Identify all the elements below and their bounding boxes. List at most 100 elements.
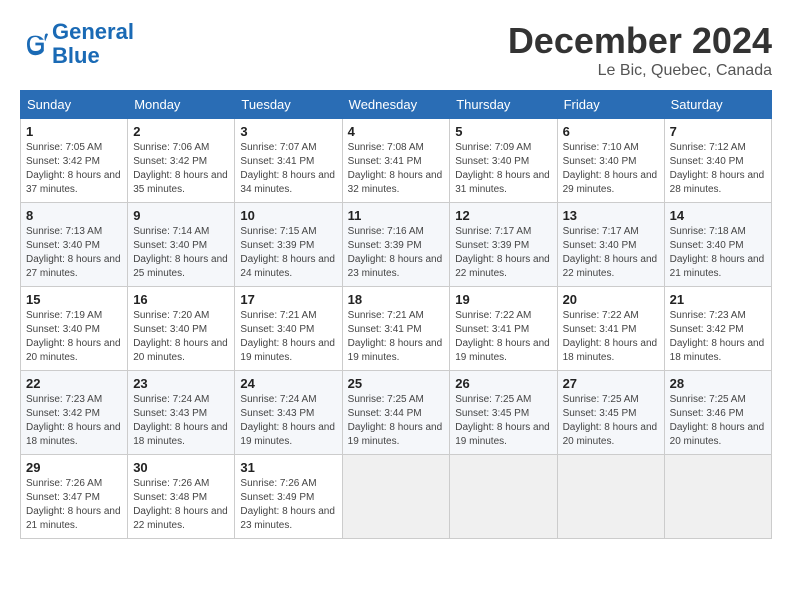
day-info: Sunrise: 7:26 AM Sunset: 3:49 PM Dayligh… <box>240 477 336 533</box>
day-number: 2 <box>133 124 229 139</box>
day-info: Sunrise: 7:25 AM Sunset: 3:44 PM Dayligh… <box>348 393 445 449</box>
day-info: Sunrise: 7:13 AM Sunset: 3:40 PM Dayligh… <box>26 225 122 281</box>
day-number: 27 <box>563 376 659 391</box>
calendar-cell <box>450 455 557 539</box>
calendar-cell: 22Sunrise: 7:23 AM Sunset: 3:42 PM Dayli… <box>21 371 128 455</box>
calendar-week-row: 15 Sunrise: 7:19 AM Sunset: 3:40 PM Dayli… <box>21 287 772 371</box>
day-number: 3 <box>240 124 336 139</box>
title-area: December 2024 Le Bic, Quebec, Canada <box>508 20 772 80</box>
day-info: Sunrise: 7:22 AM Sunset: 3:41 PM Dayligh… <box>455 309 551 365</box>
day-info: Sunrise: 7:09 AM Sunset: 3:40 PM Dayligh… <box>455 141 551 197</box>
calendar-cell: 19 Sunrise: 7:22 AM Sunset: 3:41 PM Dayli… <box>450 287 557 371</box>
calendar-cell: 31 Sunrise: 7:26 AM Sunset: 3:49 PM Dayli… <box>235 455 342 539</box>
day-number: 19 <box>455 292 551 307</box>
calendar-cell: 15 Sunrise: 7:19 AM Sunset: 3:40 PM Dayli… <box>21 287 128 371</box>
day-info: Sunrise: 7:25 AM Sunset: 3:46 PM Dayligh… <box>670 393 766 449</box>
day-info: Sunrise: 7:05 AM Sunset: 3:42 PM Dayligh… <box>26 141 122 197</box>
day-number: 26 <box>455 376 551 391</box>
day-number: 6 <box>563 124 659 139</box>
day-number: 1 <box>26 124 122 139</box>
calendar-cell: 17 Sunrise: 7:21 AM Sunset: 3:40 PM Dayli… <box>235 287 342 371</box>
calendar-cell: 8 Sunrise: 7:13 AM Sunset: 3:40 PM Daylig… <box>21 203 128 287</box>
day-info: Sunrise: 7:24 AM Sunset: 3:43 PM Dayligh… <box>240 393 336 449</box>
day-info: Sunrise: 7:26 AM Sunset: 3:48 PM Dayligh… <box>133 477 229 533</box>
day-number: 14 <box>670 208 766 223</box>
day-number: 4 <box>348 124 445 139</box>
day-number: 15 <box>26 292 122 307</box>
day-info: Sunrise: 7:07 AM Sunset: 3:41 PM Dayligh… <box>240 141 336 197</box>
day-number: 21 <box>670 292 766 307</box>
day-number: 10 <box>240 208 336 223</box>
day-number: 16 <box>133 292 229 307</box>
column-header-wednesday: Wednesday <box>342 91 450 119</box>
calendar-cell <box>557 455 664 539</box>
calendar-cell: 25 Sunrise: 7:25 AM Sunset: 3:44 PM Dayli… <box>342 371 450 455</box>
calendar-cell <box>342 455 450 539</box>
calendar-cell: 20Sunrise: 7:22 AM Sunset: 3:41 PM Dayli… <box>557 287 664 371</box>
day-info: Sunrise: 7:21 AM Sunset: 3:40 PM Dayligh… <box>240 309 336 365</box>
calendar-subtitle: Le Bic, Quebec, Canada <box>508 62 772 80</box>
day-info: Sunrise: 7:18 AM Sunset: 3:40 PM Dayligh… <box>670 225 766 281</box>
day-number: 9 <box>133 208 229 223</box>
day-number: 31 <box>240 460 336 475</box>
day-info: Sunrise: 7:23 AM Sunset: 3:42 PM Dayligh… <box>670 309 766 365</box>
calendar-cell: 2 Sunrise: 7:06 AM Sunset: 3:42 PM Daylig… <box>128 119 235 203</box>
calendar-cell: 7Sunrise: 7:12 AM Sunset: 3:40 PM Daylig… <box>664 119 771 203</box>
calendar-cell: 6 Sunrise: 7:10 AM Sunset: 3:40 PM Daylig… <box>557 119 664 203</box>
calendar-title: December 2024 <box>508 20 772 62</box>
day-number: 17 <box>240 292 336 307</box>
calendar-cell: 13 Sunrise: 7:17 AM Sunset: 3:40 PM Dayli… <box>557 203 664 287</box>
calendar-cell: 29 Sunrise: 7:26 AM Sunset: 3:47 PM Dayli… <box>21 455 128 539</box>
calendar-cell: 11Sunrise: 7:16 AM Sunset: 3:39 PM Dayli… <box>342 203 450 287</box>
day-info: Sunrise: 7:12 AM Sunset: 3:40 PM Dayligh… <box>670 141 766 197</box>
day-info: Sunrise: 7:21 AM Sunset: 3:41 PM Dayligh… <box>348 309 445 365</box>
day-number: 24 <box>240 376 336 391</box>
day-info: Sunrise: 7:08 AM Sunset: 3:41 PM Dayligh… <box>348 141 445 197</box>
day-info: Sunrise: 7:06 AM Sunset: 3:42 PM Dayligh… <box>133 141 229 197</box>
calendar-cell: 4 Sunrise: 7:08 AM Sunset: 3:41 PM Daylig… <box>342 119 450 203</box>
day-info: Sunrise: 7:14 AM Sunset: 3:40 PM Dayligh… <box>133 225 229 281</box>
day-number: 18 <box>348 292 445 307</box>
day-info: Sunrise: 7:25 AM Sunset: 3:45 PM Dayligh… <box>563 393 659 449</box>
calendar-cell: 5 Sunrise: 7:09 AM Sunset: 3:40 PM Daylig… <box>450 119 557 203</box>
calendar-cell: 24 Sunrise: 7:24 AM Sunset: 3:43 PM Dayli… <box>235 371 342 455</box>
calendar-cell: 28Sunrise: 7:25 AM Sunset: 3:46 PM Dayli… <box>664 371 771 455</box>
day-number: 8 <box>26 208 122 223</box>
calendar-cell: 27 Sunrise: 7:25 AM Sunset: 3:45 PM Dayli… <box>557 371 664 455</box>
calendar-cell: 23Sunrise: 7:24 AM Sunset: 3:43 PM Dayli… <box>128 371 235 455</box>
calendar-cell: 21 Sunrise: 7:23 AM Sunset: 3:42 PM Dayli… <box>664 287 771 371</box>
day-number: 29 <box>26 460 122 475</box>
day-info: Sunrise: 7:15 AM Sunset: 3:39 PM Dayligh… <box>240 225 336 281</box>
day-number: 30 <box>133 460 229 475</box>
day-info: Sunrise: 7:17 AM Sunset: 3:40 PM Dayligh… <box>563 225 659 281</box>
column-header-tuesday: Tuesday <box>235 91 342 119</box>
calendar-cell: 3 Sunrise: 7:07 AM Sunset: 3:41 PM Daylig… <box>235 119 342 203</box>
page-header: General Blue December 2024 Le Bic, Quebe… <box>20 20 772 80</box>
day-info: Sunrise: 7:24 AM Sunset: 3:43 PM Dayligh… <box>133 393 229 449</box>
calendar-header-row: SundayMondayTuesdayWednesdayThursdayFrid… <box>21 91 772 119</box>
calendar-cell: 14 Sunrise: 7:18 AM Sunset: 3:40 PM Dayli… <box>664 203 771 287</box>
day-info: Sunrise: 7:10 AM Sunset: 3:40 PM Dayligh… <box>563 141 659 197</box>
calendar-week-row: 22Sunrise: 7:23 AM Sunset: 3:42 PM Dayli… <box>21 371 772 455</box>
calendar-cell: 30 Sunrise: 7:26 AM Sunset: 3:48 PM Dayli… <box>128 455 235 539</box>
calendar-body: 1 Sunrise: 7:05 AM Sunset: 3:42 PM Daylig… <box>21 119 772 539</box>
day-info: Sunrise: 7:19 AM Sunset: 3:40 PM Dayligh… <box>26 309 122 365</box>
day-number: 13 <box>563 208 659 223</box>
logo-text: General Blue <box>52 20 134 68</box>
column-header-saturday: Saturday <box>664 91 771 119</box>
day-info: Sunrise: 7:26 AM Sunset: 3:47 PM Dayligh… <box>26 477 122 533</box>
day-number: 22 <box>26 376 122 391</box>
calendar-cell: 26Sunrise: 7:25 AM Sunset: 3:45 PM Dayli… <box>450 371 557 455</box>
calendar-week-row: 1 Sunrise: 7:05 AM Sunset: 3:42 PM Daylig… <box>21 119 772 203</box>
column-header-thursday: Thursday <box>450 91 557 119</box>
logo-icon <box>20 30 48 58</box>
column-header-monday: Monday <box>128 91 235 119</box>
calendar-cell: 9 Sunrise: 7:14 AM Sunset: 3:40 PM Daylig… <box>128 203 235 287</box>
day-info: Sunrise: 7:22 AM Sunset: 3:41 PM Dayligh… <box>563 309 659 365</box>
day-number: 11 <box>348 208 445 223</box>
calendar-week-row: 29 Sunrise: 7:26 AM Sunset: 3:47 PM Dayli… <box>21 455 772 539</box>
column-header-friday: Friday <box>557 91 664 119</box>
day-number: 25 <box>348 376 445 391</box>
day-number: 5 <box>455 124 551 139</box>
day-number: 12 <box>455 208 551 223</box>
